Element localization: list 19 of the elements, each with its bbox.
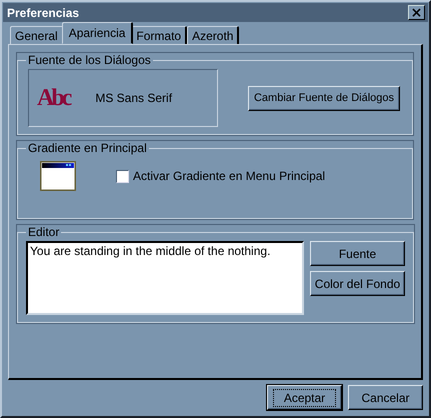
tab[interactable]: Formato (131, 26, 188, 44)
change-font-button[interactable]: Cambiar Fuente de Diálogos (248, 86, 400, 110)
text-editor[interactable]: You are standing in the middle of the nothing. (26, 241, 304, 315)
font-sample-icon: Abc (37, 84, 70, 112)
group-title: Gradiente en Principal (27, 141, 148, 155)
checkbox[interactable] (116, 170, 129, 182)
group-title: Fuente de los Diálogos (27, 53, 152, 67)
dialog-button[interactable]: Cancelar (348, 385, 423, 410)
window-icon (40, 161, 76, 191)
group-title: Editor (27, 225, 60, 239)
window-title: Preferencias (7, 6, 80, 20)
tab[interactable]: Apariencia (62, 22, 134, 44)
editor-button[interactable]: Fuente (310, 241, 405, 266)
dialog-button[interactable]: Aceptar (267, 385, 342, 410)
close-button[interactable]: × (408, 5, 425, 20)
font-name: MS Sans Serif (95, 91, 172, 105)
tab[interactable]: General (10, 26, 64, 44)
tab[interactable]: Azeroth (187, 26, 240, 44)
editor-button[interactable]: Color del Fondo (310, 271, 405, 296)
